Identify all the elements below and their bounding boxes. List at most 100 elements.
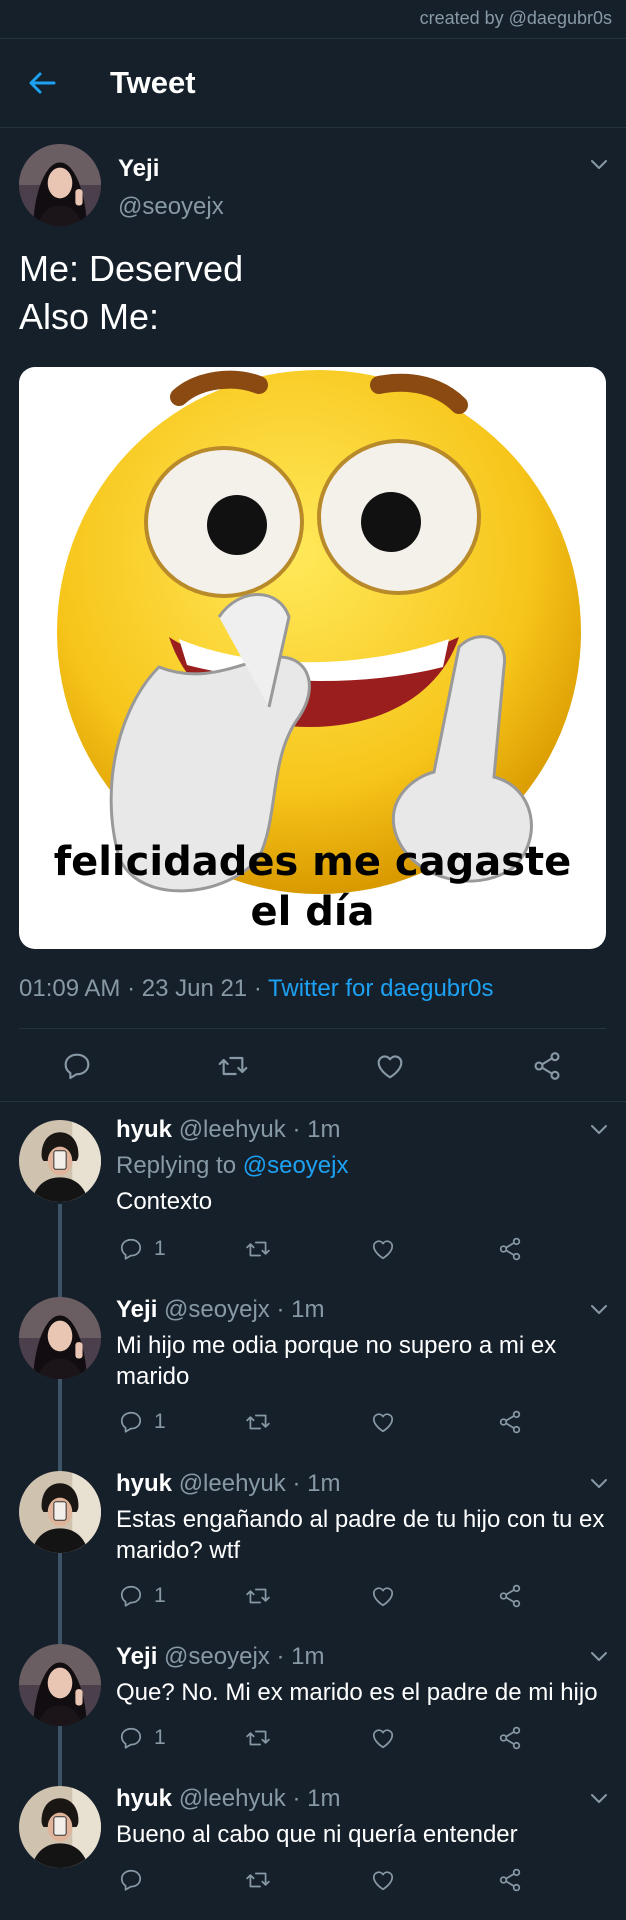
like-icon [374, 1050, 406, 1082]
tweet-text: Me: Deserved Also Me: [19, 248, 244, 337]
share-icon [497, 1867, 523, 1893]
reply-tweet[interactable]: Yeji @seoyejx · 1m Mi hijo me odia porqu… [0, 1280, 626, 1454]
retweet-icon [245, 1236, 271, 1262]
reply-icon [118, 1725, 144, 1751]
reply-author-name[interactable]: Yeji [116, 1643, 157, 1670]
avatar[interactable] [19, 1644, 101, 1726]
retweet-button[interactable] [245, 1236, 271, 1262]
reply-button[interactable]: 1 [118, 1583, 166, 1609]
share-button[interactable] [531, 1050, 563, 1082]
share-icon [497, 1583, 523, 1609]
share-button[interactable] [497, 1725, 523, 1751]
back-arrow-icon[interactable] [26, 67, 58, 99]
reply-count: 1 [154, 1584, 166, 1607]
retweet-icon [245, 1409, 271, 1435]
reply-header: hyuk @leehyuk · 1m [116, 1116, 340, 1144]
chevron-down-icon[interactable] [590, 1793, 608, 1805]
like-button[interactable] [370, 1236, 396, 1262]
avatar[interactable] [19, 1786, 101, 1868]
tweet-meta: 01:09 AM · 23 Jun 21 · Twitter for daegu… [19, 975, 494, 1003]
main-tweet: Yeji @seoyejx Me: Deserved Also Me: feli… [0, 127, 626, 1102]
retweet-button[interactable] [217, 1050, 249, 1082]
author-name[interactable]: Yeji [118, 155, 159, 183]
tweet-timestamp: 01:09 AM · 23 Jun 21 · [19, 975, 269, 1002]
chevron-down-icon[interactable] [590, 159, 608, 171]
share-icon [497, 1409, 523, 1435]
reply-icon [118, 1867, 144, 1893]
chevron-down-icon[interactable] [590, 1304, 608, 1316]
share-button[interactable] [497, 1236, 523, 1262]
reply-author-handle[interactable]: @leehyuk [179, 1116, 286, 1143]
reply-button[interactable] [61, 1050, 93, 1082]
reply-author-handle[interactable]: @leehyuk [179, 1470, 286, 1497]
reply-author-name[interactable]: Yeji [116, 1296, 157, 1323]
share-icon [497, 1236, 523, 1262]
reply-header: Yeji @seoyejx · 1m [116, 1643, 324, 1671]
reply-header: hyuk @leehyuk · 1m [116, 1470, 340, 1498]
reply-count: 1 [154, 1237, 166, 1260]
retweet-button[interactable] [245, 1725, 271, 1751]
chevron-down-icon[interactable] [590, 1651, 608, 1663]
retweet-button[interactable] [245, 1867, 271, 1893]
retweet-button[interactable] [245, 1583, 271, 1609]
like-icon [370, 1236, 396, 1262]
reply-author-handle[interactable]: @leehyuk [179, 1785, 286, 1812]
avatar[interactable] [19, 1471, 101, 1553]
reply-text: Estas engañando al padre de tu hijo con … [116, 1506, 605, 1564]
tweet-image[interactable]: felicidades me cagaste el día [19, 367, 606, 949]
like-button[interactable] [370, 1725, 396, 1751]
reply-time: · 1m [292, 1116, 341, 1143]
reply-text: Contexto [116, 1188, 213, 1215]
share-icon [497, 1725, 523, 1751]
reply-tweet[interactable]: hyuk @leehyuk · 1m Replying to @seoyejx … [0, 1102, 626, 1280]
reply-text: Bueno al cabo que ni quería entender [116, 1821, 518, 1848]
avatar[interactable] [19, 144, 101, 226]
reply-header: hyuk @leehyuk · 1m [116, 1785, 340, 1813]
share-button[interactable] [497, 1583, 523, 1609]
reply-icon [118, 1409, 144, 1435]
like-button[interactable] [374, 1050, 406, 1082]
reply-author-handle[interactable]: @seoyejx [164, 1296, 270, 1323]
reply-author-name[interactable]: hyuk [116, 1785, 172, 1812]
top-bar: Tweet [0, 38, 626, 128]
share-button[interactable] [497, 1867, 523, 1893]
tweet-source-link[interactable]: Twitter for daegubr0s [268, 975, 493, 1002]
share-button[interactable] [497, 1409, 523, 1435]
reply-author-handle[interactable]: @seoyejx [164, 1643, 270, 1670]
reply-text: Mi hijo me odia porque no supero a mi ex… [116, 1332, 557, 1390]
like-icon [370, 1409, 396, 1435]
reply-count: 1 [154, 1410, 166, 1433]
reply-author-name[interactable]: hyuk [116, 1470, 172, 1497]
reply-tweet[interactable]: hyuk @leehyuk · 1m Bueno al cabo que ni … [0, 1769, 626, 1920]
retweet-icon [245, 1583, 271, 1609]
retweet-button[interactable] [245, 1409, 271, 1435]
replying-to-link[interactable]: @seoyejx [243, 1152, 349, 1179]
reply-time: · 1m [292, 1785, 341, 1812]
avatar[interactable] [19, 1297, 101, 1379]
like-icon [370, 1583, 396, 1609]
like-icon [370, 1725, 396, 1751]
reply-time: · 1m [276, 1643, 325, 1670]
like-button[interactable] [370, 1867, 396, 1893]
reply-tweet[interactable]: Yeji @seoyejx · 1m Que? No. Mi ex marido… [0, 1627, 626, 1769]
chevron-down-icon[interactable] [590, 1478, 608, 1490]
avatar[interactable] [19, 1120, 101, 1202]
reply-text: Que? No. Mi ex marido es el padre de mi … [116, 1679, 598, 1706]
retweet-icon [245, 1725, 271, 1751]
replying-to: Replying to @seoyejx [116, 1152, 349, 1179]
creator-credit: created by @daegubr0s [419, 8, 612, 28]
tweet-actions [0, 1029, 626, 1101]
like-button[interactable] [370, 1409, 396, 1435]
reply-button[interactable] [118, 1867, 144, 1893]
reply-author-name[interactable]: hyuk [116, 1116, 172, 1143]
like-button[interactable] [370, 1583, 396, 1609]
reply-button[interactable]: 1 [118, 1725, 166, 1751]
reply-header: Yeji @seoyejx · 1m [116, 1296, 324, 1324]
reply-tweet[interactable]: hyuk @leehyuk · 1m Estas engañando al pa… [0, 1454, 626, 1627]
reply-icon [61, 1050, 93, 1082]
reply-button[interactable]: 1 [118, 1409, 166, 1435]
retweet-icon [217, 1050, 249, 1082]
reply-button[interactable]: 1 [118, 1236, 166, 1262]
chevron-down-icon[interactable] [590, 1124, 608, 1136]
author-handle[interactable]: @seoyejx [118, 193, 224, 221]
